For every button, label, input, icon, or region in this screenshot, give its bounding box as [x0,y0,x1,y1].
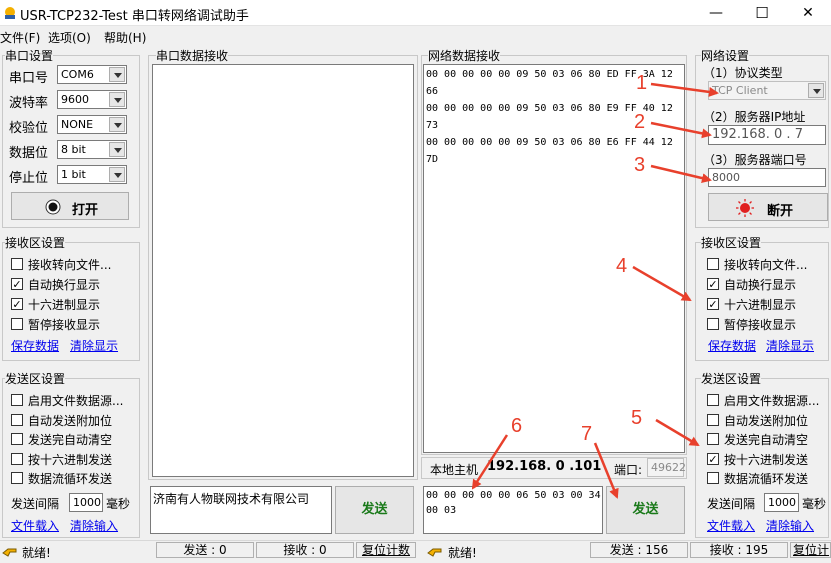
annotation-arrow-3 [650,164,712,184]
annotation-arrow-2 [650,121,712,139]
annotation-arrow-5 [655,418,700,447]
annotation-arrow-4 [632,265,692,302]
annotation-arrow-1 [650,82,719,97]
annotation-arrows [471,82,719,499]
annotation-arrow-7 [593,442,619,499]
annotation-arrow-6 [471,434,509,490]
